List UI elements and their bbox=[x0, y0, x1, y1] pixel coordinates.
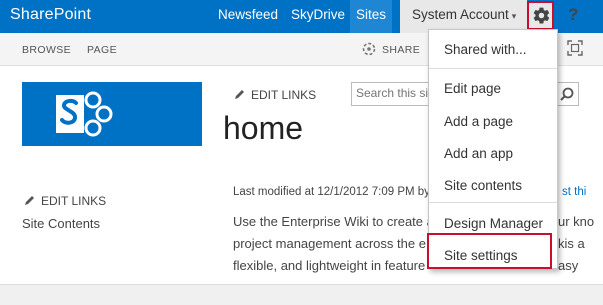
content-line: flexible, and lightweight in feature bbox=[233, 258, 426, 273]
content-line: Use the Enterprise Wiki to create a bbox=[233, 214, 434, 229]
content-clip: asy bbox=[558, 258, 579, 273]
menu-item-add-a-page[interactable]: Add a page bbox=[429, 108, 557, 136]
menu-item-edit-page[interactable]: Edit page bbox=[429, 75, 557, 103]
edit-links-label: EDIT LINKS bbox=[251, 88, 317, 102]
account-name: System Account bbox=[412, 7, 509, 22]
nav-skydrive[interactable]: SkyDrive bbox=[291, 7, 345, 22]
search-icon[interactable] bbox=[560, 87, 574, 101]
edit-links-label: EDIT LINKS bbox=[41, 194, 107, 208]
pencil-icon bbox=[25, 196, 34, 205]
content-clip: kis a bbox=[558, 236, 585, 251]
menu-item-site-contents[interactable]: Site contents bbox=[429, 172, 557, 200]
menu-item-shared-with[interactable]: Shared with... bbox=[429, 36, 557, 64]
share-button[interactable]: SHARE bbox=[382, 44, 420, 56]
menu-separator bbox=[429, 68, 557, 69]
site-logo[interactable] bbox=[22, 82, 202, 146]
page-title: home bbox=[223, 110, 304, 146]
tab-browse[interactable]: BROWSE bbox=[22, 44, 71, 56]
settings-button[interactable] bbox=[527, 1, 554, 30]
gear-icon bbox=[533, 7, 550, 24]
edit-links-top[interactable]: EDIT LINKS bbox=[234, 88, 316, 102]
share-icon[interactable] bbox=[361, 41, 377, 57]
tab-page[interactable]: PAGE bbox=[87, 44, 117, 56]
nav-newsfeed[interactable]: Newsfeed bbox=[218, 7, 278, 22]
pencil-icon bbox=[235, 90, 244, 99]
site-settings-highlight bbox=[427, 233, 552, 269]
account-menu[interactable]: System Account ▾ bbox=[412, 7, 516, 22]
horizontal-scrollbar[interactable] bbox=[0, 284, 603, 305]
quick-launch-site-contents[interactable]: Site Contents bbox=[22, 216, 100, 231]
content-clip: ur kno bbox=[558, 214, 595, 229]
help-icon[interactable]: ? bbox=[568, 5, 578, 25]
history-link[interactable]: st thi bbox=[562, 186, 586, 198]
content-line: project management across the e bbox=[233, 236, 426, 251]
menu-item-add-an-app[interactable]: Add an app bbox=[429, 140, 557, 168]
nav-sites[interactable]: Sites bbox=[350, 0, 393, 33]
brand-title[interactable]: SharePoint bbox=[10, 6, 91, 24]
last-modified-text: Last modified at 12/1/2012 7:09 PM by bbox=[233, 186, 430, 198]
chevron-down-icon: ▾ bbox=[511, 11, 517, 21]
sharepoint-logo-icon bbox=[56, 91, 113, 137]
menu-separator bbox=[429, 202, 557, 203]
focus-on-content-icon[interactable] bbox=[567, 40, 583, 56]
edit-links-left[interactable]: EDIT LINKS bbox=[24, 194, 106, 208]
